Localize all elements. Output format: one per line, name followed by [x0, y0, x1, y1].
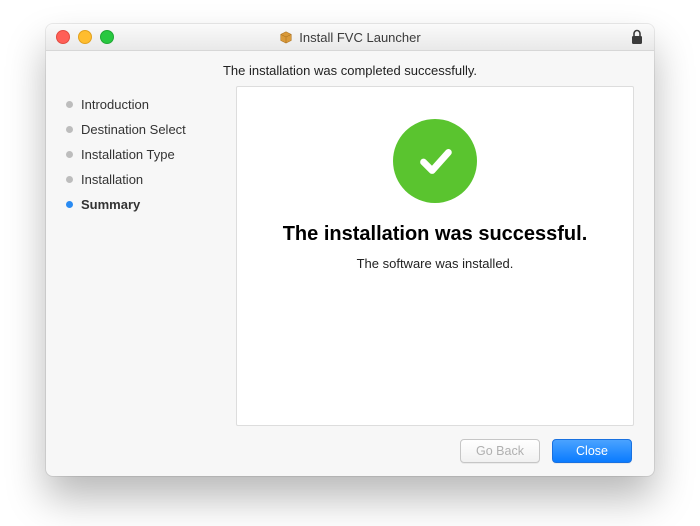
minimize-window-button[interactable] — [78, 30, 92, 44]
close-button[interactable]: Close — [552, 439, 632, 463]
installer-window: Install FVC Launcher The installation wa… — [46, 24, 654, 476]
package-icon — [279, 30, 293, 44]
go-back-button: Go Back — [460, 439, 540, 463]
completion-message: The installation was completed successfu… — [46, 51, 654, 86]
step-destination-select: Destination Select — [66, 117, 226, 142]
step-label: Introduction — [81, 97, 149, 112]
step-label: Destination Select — [81, 122, 186, 137]
bullet-icon — [66, 101, 73, 108]
step-summary: Summary — [66, 192, 226, 217]
step-installation: Installation — [66, 167, 226, 192]
content-panel: The installation was successful. The sof… — [236, 86, 634, 426]
step-introduction: Introduction — [66, 92, 226, 117]
traffic-lights — [46, 30, 114, 44]
bullet-icon — [66, 126, 73, 133]
footer: Go Back Close — [46, 426, 654, 476]
zoom-window-button[interactable] — [100, 30, 114, 44]
step-label: Installation — [81, 172, 143, 187]
bullet-icon — [66, 151, 73, 158]
success-check-icon — [393, 119, 477, 203]
step-label: Summary — [81, 197, 140, 212]
success-title: The installation was successful. — [283, 223, 588, 246]
titlebar: Install FVC Launcher — [46, 24, 654, 51]
success-subtitle: The software was installed. — [357, 256, 514, 271]
close-window-button[interactable] — [56, 30, 70, 44]
steps-sidebar: Introduction Destination Select Installa… — [66, 86, 226, 426]
bullet-icon — [66, 201, 73, 208]
step-label: Installation Type — [81, 147, 175, 162]
bullet-icon — [66, 176, 73, 183]
lock-icon — [630, 29, 644, 45]
step-installation-type: Installation Type — [66, 142, 226, 167]
window-title: Install FVC Launcher — [299, 30, 420, 45]
